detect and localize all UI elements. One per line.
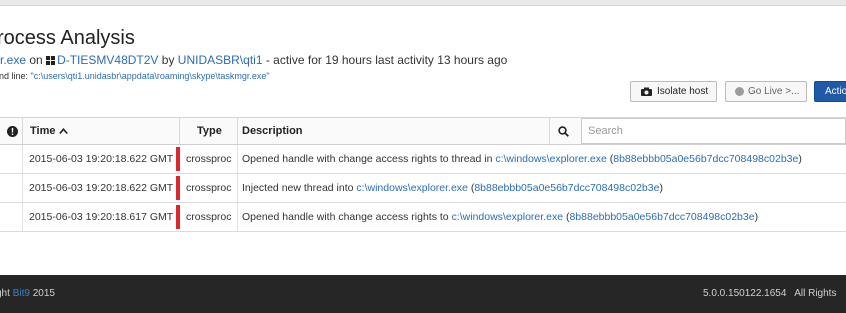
event-description: Opened handle with change access rights … bbox=[242, 145, 802, 173]
search-input[interactable]: Search bbox=[581, 118, 846, 144]
path-link[interactable]: c:\windows\explorer.exe bbox=[356, 182, 467, 194]
activity-text: - active for 19 hours last activity 13 h… bbox=[265, 53, 508, 67]
column-divider bbox=[237, 203, 238, 231]
hash-link[interactable]: 8b88ebbb05a0e56b7dcc708498c02b3e bbox=[474, 182, 659, 194]
camera-icon bbox=[641, 87, 652, 96]
copyright-prefix: ght bbox=[0, 288, 10, 299]
host-link[interactable]: D-TIESMV48DT2V bbox=[57, 53, 158, 67]
table-row[interactable]: 2015-06-03 19:20:18.622 GMT crossproc Inje… bbox=[0, 174, 846, 203]
column-header-time[interactable]: Time bbox=[30, 118, 69, 144]
paren-close: ) bbox=[659, 182, 663, 194]
search-icon[interactable] bbox=[558, 118, 569, 144]
command-line-label: and line: bbox=[0, 71, 29, 81]
brand-link[interactable]: Bit9 bbox=[13, 288, 30, 299]
alert-icon bbox=[7, 118, 18, 144]
status-dot-icon bbox=[735, 87, 744, 96]
column-divider bbox=[237, 145, 238, 173]
sort-up-icon bbox=[59, 128, 69, 134]
event-time: 2015-06-03 19:20:18.617 GMT bbox=[29, 211, 174, 223]
footer-version-info: 5.0.0.150122.1654 All Rights bbox=[703, 288, 836, 299]
event-time: 2015-06-03 19:20:18.622 GMT bbox=[29, 153, 174, 165]
column-divider bbox=[22, 145, 23, 173]
isolate-host-label: Isolate host bbox=[657, 86, 709, 97]
process-link[interactable]: r.exe bbox=[0, 53, 26, 67]
footer-copyright: ght Bit9 2015 bbox=[0, 288, 55, 299]
command-line-value[interactable]: "c:\users\qti1.unidasbr\appdata\roaming\… bbox=[31, 71, 270, 81]
go-live-label: Go Live >... bbox=[748, 86, 800, 97]
path-link[interactable]: c:\windows\explorer.exe bbox=[452, 211, 563, 223]
table-header: Time Type Description Search bbox=[0, 117, 846, 145]
top-border bbox=[0, 0, 846, 6]
column-header-time-label: Time bbox=[30, 125, 56, 137]
hash-link[interactable]: 8b88ebbb05a0e56b7dcc708498c02b3e bbox=[569, 211, 754, 223]
isolate-host-button[interactable]: Isolate host bbox=[630, 81, 717, 102]
description-text: Opened handle with change access rights … bbox=[242, 153, 496, 165]
table-row[interactable]: 2015-06-03 19:20:18.622 GMT crossproc Open… bbox=[0, 145, 846, 174]
user-link[interactable]: UNIDASBR\qti1 bbox=[178, 53, 263, 67]
rights-text: All Rights bbox=[794, 288, 837, 299]
event-marker bbox=[176, 176, 180, 200]
event-marker bbox=[176, 147, 180, 171]
hash-link[interactable]: 8b88ebbb05a0e56b7dcc708498c02b3e bbox=[613, 153, 798, 165]
copyright-year: 2015 bbox=[32, 288, 55, 299]
column-divider bbox=[22, 174, 23, 202]
action-button[interactable]: Actio bbox=[814, 81, 846, 102]
path-link[interactable]: c:\windows\explorer.exe bbox=[495, 153, 606, 165]
event-description: Injected new thread into c:\windows\expl… bbox=[242, 174, 663, 202]
event-marker bbox=[176, 205, 180, 229]
command-line: and line: "c:\users\qti1.unidasbr\appdat… bbox=[0, 71, 270, 81]
column-divider bbox=[549, 118, 550, 144]
events-table: Time Type Description Search 2015-06-03 … bbox=[0, 117, 846, 232]
windows-icon bbox=[46, 56, 56, 65]
event-time: 2015-06-03 19:20:18.622 GMT bbox=[29, 182, 174, 194]
column-divider bbox=[237, 118, 238, 144]
column-header-description[interactable]: Description bbox=[242, 118, 303, 144]
column-divider bbox=[22, 118, 23, 144]
action-label: Actio bbox=[825, 86, 846, 97]
column-divider bbox=[22, 203, 23, 231]
footer: ght Bit9 2015 5.0.0.150122.1654 All Righ… bbox=[0, 275, 846, 313]
by-text: by bbox=[161, 53, 175, 67]
description-text: Opened handle with change access rights … bbox=[242, 211, 452, 223]
page-title: rocess Analysis bbox=[0, 27, 135, 49]
column-header-type[interactable]: Type bbox=[197, 118, 222, 144]
paren-close: ) bbox=[754, 211, 759, 223]
on-text: on bbox=[29, 53, 43, 67]
event-type: crossproc bbox=[186, 182, 232, 194]
event-type: crossproc bbox=[186, 211, 232, 223]
column-divider bbox=[237, 174, 238, 202]
go-live-button[interactable]: Go Live >... bbox=[725, 81, 807, 102]
version-text: 5.0.0.150122.1654 bbox=[703, 288, 787, 299]
event-type: crossproc bbox=[186, 153, 232, 165]
paren-close: ) bbox=[798, 153, 802, 165]
process-summary: r.exe on D-TIESMV48DT2V by UNIDASBR\qti1… bbox=[0, 53, 507, 67]
event-description: Opened handle with change access rights … bbox=[242, 203, 758, 231]
column-divider bbox=[179, 118, 180, 144]
table-row[interactable]: 2015-06-03 19:20:18.617 GMT crossproc Open… bbox=[0, 203, 846, 232]
description-text: Injected new thread into bbox=[242, 182, 357, 194]
